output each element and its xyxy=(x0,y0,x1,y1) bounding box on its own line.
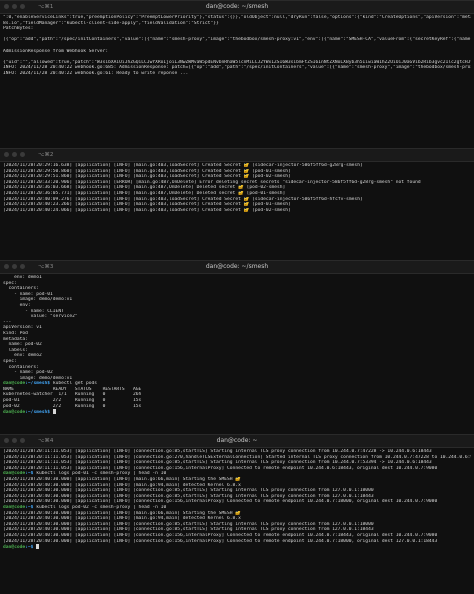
prompt-dir: :~/smesh$ xyxy=(25,410,51,416)
tab-shortcut: ⌥⌘2 xyxy=(38,152,54,158)
maximize-button[interactable] xyxy=(20,152,25,157)
pane-titlebar: ⌥⌘2 xyxy=(0,149,474,162)
command-text: kubectl logs pod-01 -c smesh-proxy | hea… xyxy=(33,471,167,477)
terminal-line: [2024/11/28T20:11:11.053] [application] … xyxy=(3,449,432,454)
pane-titlebar: ⌥⌘3 dan@code: ~/smesh xyxy=(0,261,474,274)
pane-title: dan@code: ~/smesh xyxy=(205,3,269,10)
pane-title: dan@code: ~/smesh xyxy=(205,263,269,270)
terminal-line: INFO: 2024/11/28 20:40:22 webhook.go:61:… xyxy=(3,70,189,76)
pane-titlebar: ⌥⌘4 dan@code: ~ xyxy=(0,435,474,448)
terminal-line: [{"op":"add","path":"/spec/initContainer… xyxy=(3,37,471,43)
command-text: kubectl logs pod-02 -c smesh-proxy | hea… xyxy=(33,504,167,510)
terminal-pane-2[interactable]: ⌥⌘2 [2024/11/28T20:29:16.638] [applicati… xyxy=(0,148,474,261)
prompt-dir: :~/smesh$ xyxy=(25,381,51,387)
minimize-button[interactable] xyxy=(12,152,17,157)
terminal-output[interactable]: ":0,"enableServiceLinks":true,"preemptio… xyxy=(0,14,474,78)
text-cursor xyxy=(52,409,56,415)
terminal-output[interactable]: [2024/11/28T20:29:16.638] [application] … xyxy=(0,162,474,214)
pane-titlebar: ⌥⌘1 dan@code: ~/smesh xyxy=(0,1,474,14)
prompt-user: dan@code xyxy=(3,471,26,477)
window-controls xyxy=(4,152,25,157)
terminal-line: [2024/11/28T20:40:24.066] [application] … xyxy=(3,207,291,213)
terminal-window: ⌥⌘1 dan@code: ~/smesh ":0,"enableService… xyxy=(0,0,474,594)
terminal-pane-1[interactable]: ⌥⌘1 dan@code: ~/smesh ":0,"enableService… xyxy=(0,0,474,149)
terminal-output[interactable]: env: demo1 spec: containers: - name: pod-… xyxy=(0,274,474,417)
terminal-line: dan@code:~$ xyxy=(3,544,471,551)
terminal-line: dan@code:~/smesh$ xyxy=(3,409,471,416)
close-button[interactable] xyxy=(4,152,9,157)
terminal-pane-3[interactable]: ⌥⌘3 dan@code: ~/smesh env: demo1 spec: co… xyxy=(0,260,474,435)
prompt-user: dan@code xyxy=(3,381,26,387)
prompt-user: dan@code xyxy=(3,410,26,416)
terminal-line: [2024/11/28T20:40:30.000] [application] … xyxy=(3,532,438,538)
terminal-output[interactable]: [2024/11/28T20:11:11.053] [application] … xyxy=(0,448,474,552)
command-text: kubectl get pods xyxy=(50,381,98,387)
terminal-line: [2024/11/28T20:11:11.053] [application] … xyxy=(3,460,432,466)
pane-title: dan@code: ~ xyxy=(216,437,258,444)
terminal-line: [2024/11/28T20:40:30.000] [application] … xyxy=(3,538,438,544)
terminal-line: ":0,"enableServiceLinks":true,"preemptio… xyxy=(3,15,471,20)
text-cursor xyxy=(36,544,40,550)
prompt-user: dan@code xyxy=(3,504,26,510)
terminal-pane-4[interactable]: ⌥⌘4 dan@code: ~ [2024/11/28T20:11:11.053… xyxy=(0,434,474,594)
prompt-user: dan@code xyxy=(3,545,26,551)
